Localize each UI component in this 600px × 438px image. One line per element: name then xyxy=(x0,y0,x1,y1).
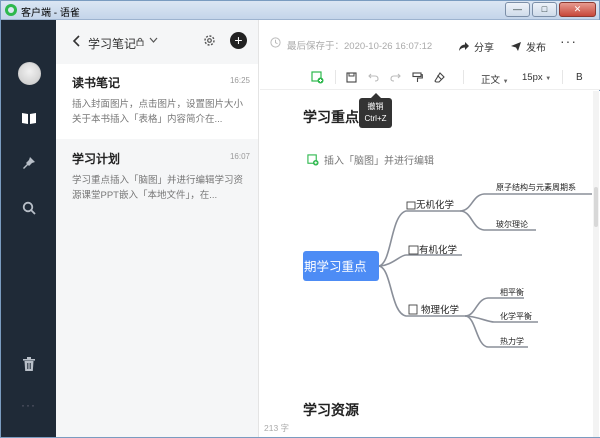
maximize-button[interactable]: □ xyxy=(532,2,557,17)
trash-icon[interactable] xyxy=(19,354,39,374)
scrollbar-thumb[interactable] xyxy=(594,187,598,227)
doc-icon xyxy=(408,304,418,315)
title-bar: 客户端 - 语雀 — □ ✕ xyxy=(1,1,599,20)
font-size-value: 15px xyxy=(522,72,543,83)
notebook-title[interactable]: 学习笔记 xyxy=(88,35,136,52)
search-icon[interactable] xyxy=(19,198,39,218)
save-status: 最后保存于：2020-10-26 16:07:12 xyxy=(287,41,433,52)
insert-mindmap-icon[interactable] xyxy=(309,69,325,85)
publish-label: 发布 xyxy=(526,43,546,54)
insert-hint-text: 插入「脑图」并进行编辑 xyxy=(324,156,434,167)
mindmap-leaf-label[interactable]: 化学平衡 xyxy=(500,311,532,321)
app-logo-icon xyxy=(5,4,17,16)
note-time: 16:25 xyxy=(229,76,250,85)
insert-mindmap-hint: 插入「脑图」并进行编辑 xyxy=(307,152,434,167)
mindmap-leaf-label[interactable]: 相平衡 xyxy=(500,287,524,297)
share-button[interactable]: 分享 xyxy=(458,39,494,54)
undo-icon[interactable] xyxy=(365,69,381,85)
paragraph-style-select[interactable]: 正文 ▼ xyxy=(481,72,509,86)
tooltip-shortcut: Ctrl+Z xyxy=(364,114,387,123)
mindmap-connectors xyxy=(377,193,592,348)
book-icon[interactable] xyxy=(19,108,39,128)
mindmap-node-label: 无机化学 xyxy=(416,199,454,211)
redo-icon[interactable] xyxy=(387,69,403,85)
clock-icon xyxy=(270,37,281,48)
app-window: 客户端 - 语雀 — □ ✕ ··· 学习笔记 + 读书笔记 16:25 插入封… xyxy=(0,0,600,438)
mindmap[interactable]: 期学习重点 无机化学 有机化学 物理化学 原子结构与元素周期系 玻尔理论 相平衡… xyxy=(260,171,600,371)
mindmap-node-label: 物理化学 xyxy=(421,304,459,316)
note-list-panel: 学习笔记 + 读书笔记 16:25 插入封面图片，点击图片，设置图片大小关于本书… xyxy=(56,20,259,437)
format-painter-icon[interactable] xyxy=(409,69,425,85)
document-header: 最后保存于：2020-10-26 16:07:12 分享 发布 ··· xyxy=(260,20,600,64)
new-note-button[interactable]: + xyxy=(230,32,247,49)
tooltip-title: 撤销 xyxy=(367,102,384,111)
format-toolbar: 正文 ▼ 15px ▼ B xyxy=(260,64,600,90)
mindmap-node-label: 有机化学 xyxy=(419,244,457,256)
publish-button[interactable]: 发布 xyxy=(510,39,546,54)
share-label: 分享 xyxy=(474,43,494,54)
mindmap-branch-physical[interactable]: 物理化学 xyxy=(408,304,459,316)
note-title: 学习计划 xyxy=(72,152,121,166)
divider xyxy=(463,70,464,84)
mindmap-icon xyxy=(307,153,319,166)
mindmap-branch-inorganic[interactable]: 无机化学 xyxy=(406,199,454,211)
divider xyxy=(335,70,336,84)
save-icon[interactable] xyxy=(343,69,359,85)
bold-button[interactable]: B xyxy=(576,72,583,83)
divider xyxy=(562,70,563,84)
editor-area[interactable]: 学习重点 插入「脑图」并进行编辑 期学习重点 无机化学 有机化学 物理化学 原子… xyxy=(260,91,600,437)
heading-study-resources: 学习资源 xyxy=(303,402,359,418)
more-options-icon[interactable]: ··· xyxy=(560,33,577,49)
note-item[interactable]: 读书笔记 16:25 插入封面图片，点击图片，设置图片大小关于本书插入「表格」内… xyxy=(56,64,258,139)
close-button[interactable]: ✕ xyxy=(559,2,596,17)
avatar[interactable] xyxy=(18,62,41,85)
mindmap-leaf-label[interactable]: 热力学 xyxy=(500,336,524,346)
share-icon xyxy=(459,42,469,51)
sheet-icon xyxy=(406,201,416,210)
window-title: 客户端 - 语雀 xyxy=(21,8,80,19)
heading-study-focus: 学习重点 xyxy=(303,109,359,125)
chevron-down-icon[interactable] xyxy=(149,37,158,43)
paragraph-style-value: 正文 xyxy=(481,75,501,86)
gear-icon[interactable] xyxy=(203,34,216,47)
font-size-select[interactable]: 15px ▼ xyxy=(522,72,551,83)
scrollbar-track[interactable] xyxy=(593,91,599,437)
mindmap-branch-organic[interactable]: 有机化学 xyxy=(408,244,457,256)
word-count: 213 字 xyxy=(264,423,290,433)
minimize-button[interactable]: — xyxy=(505,2,530,17)
note-title: 读书笔记 xyxy=(72,76,121,90)
left-rail: ··· xyxy=(1,20,56,437)
sheet-icon xyxy=(408,245,419,255)
mindmap-leaf-label[interactable]: 玻尔理论 xyxy=(496,219,528,229)
note-item[interactable]: 学习计划 16:07 学习重点插入「脑图」并进行编辑学习资源课堂PPT嵌入「本地… xyxy=(56,140,258,215)
note-snippet: 学习重点插入「脑图」并进行编辑学习资源课堂PPT嵌入「本地文件」，在... xyxy=(72,175,244,201)
mindmap-leaf-label[interactable]: 原子结构与元素周期系 xyxy=(496,182,576,192)
undo-tooltip: 撤销 Ctrl+Z xyxy=(359,93,392,128)
mindmap-root-label: 期学习重点 xyxy=(304,259,367,274)
note-snippet: 插入封面图片，点击图片，设置图片大小关于本书插入「表格」内容简介在... xyxy=(72,99,244,125)
eraser-icon[interactable] xyxy=(431,69,447,85)
pin-icon[interactable] xyxy=(19,153,39,173)
send-icon xyxy=(511,42,521,51)
more-icon[interactable]: ··· xyxy=(1,398,56,412)
back-icon[interactable] xyxy=(72,35,82,47)
lock-icon xyxy=(136,37,144,46)
note-time: 16:07 xyxy=(229,152,250,161)
